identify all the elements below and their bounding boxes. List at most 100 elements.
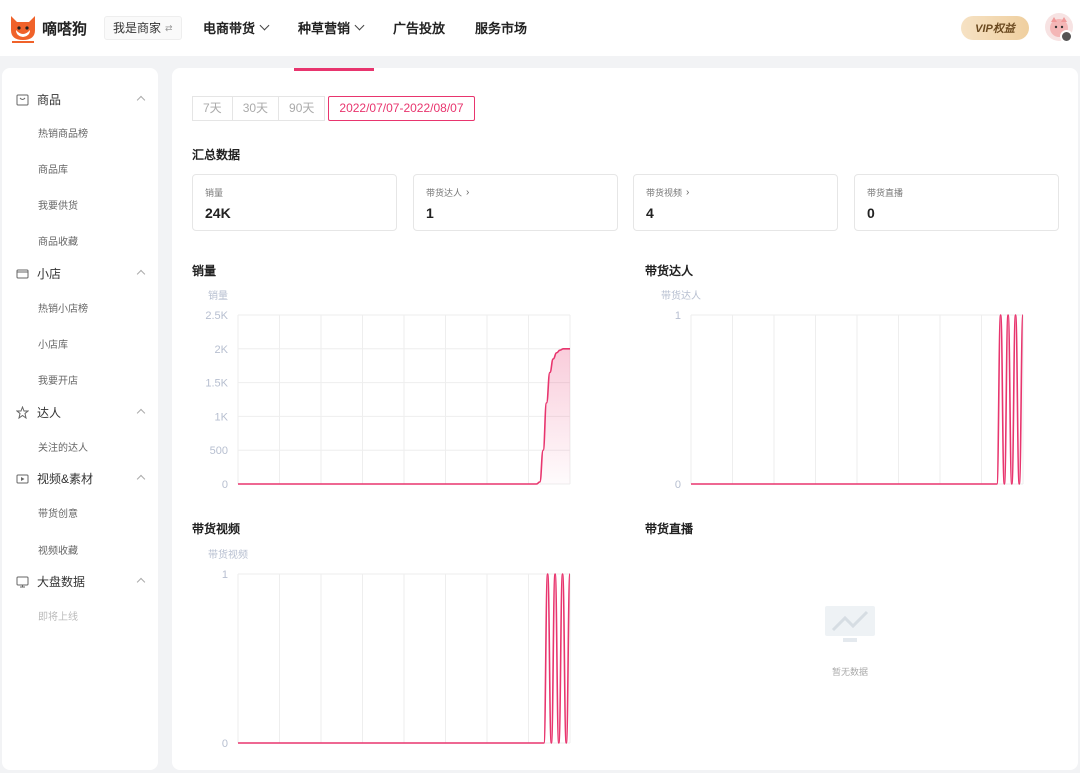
sidebar-item-followed-influencers[interactable]: 关注的达人 [38, 439, 88, 454]
sidebar-group-label: 商品 [37, 92, 62, 107]
star-icon [16, 405, 29, 419]
stat-label-text: 带货直播 [867, 188, 904, 198]
sidebar-item-hot-goods[interactable]: 热销商品榜 [38, 125, 88, 140]
y-tick-label: 0 [222, 479, 228, 491]
sidebar-item-goods-library[interactable]: 商品库 [38, 161, 68, 176]
logo[interactable]: 嘀嗒狗 [8, 12, 87, 44]
store-icon [16, 269, 29, 278]
sidebar-group-label: 达人 [37, 405, 62, 420]
vip-button[interactable]: VIP权益 [961, 16, 1029, 40]
chevron-down-icon [354, 20, 365, 31]
range-7d[interactable]: 7天 [192, 96, 233, 121]
sidebar: 商品 热销商品榜 商品库 我要供货 商品收藏 小店 热销小店榜 小店库 我要开店… [2, 68, 158, 770]
top-bar: 嘀嗒狗 我是商家 ⇄ 电商带货 种草营销 广告投放 服务市场 VIP权益 [0, 0, 1080, 56]
chart-title-influencers: 带货达人 [645, 264, 694, 278]
stat-card-sales: 销量 24K [192, 174, 397, 231]
avatar-badge [1060, 30, 1073, 43]
chevron-right-icon: › [466, 187, 470, 198]
role-select-value: 我是商家 [113, 21, 162, 35]
sidebar-group-market-data[interactable]: 大盘数据 [2, 570, 158, 592]
nav-ecommerce-label: 电商带货 [203, 21, 256, 36]
sidebar-group-label: 视频&素材 [37, 471, 94, 486]
sidebar-group-video[interactable]: 视频&素材 [2, 467, 158, 489]
stat-value: 1 [426, 205, 434, 221]
chart-title-sales: 销量 [192, 264, 217, 278]
sidebar-group-goods[interactable]: 商品 [2, 88, 158, 110]
sidebar-group-influencer[interactable]: 达人 [2, 401, 158, 423]
chevron-down-icon [259, 20, 270, 31]
y-tick-label: 1K [215, 411, 229, 423]
sidebar-group-label: 小店 [37, 266, 62, 281]
monitor-icon [16, 576, 29, 587]
stat-label: 销量 [205, 186, 223, 199]
role-select[interactable]: 我是商家 ⇄ [104, 16, 182, 40]
stat-label: 带货达人 › [426, 186, 469, 199]
sidebar-item-open-store[interactable]: 我要开店 [38, 372, 78, 387]
sidebar-item-creative[interactable]: 带货创意 [38, 505, 78, 520]
sidebar-group-store[interactable]: 小店 [2, 262, 158, 284]
y-axis-label: 销量 [208, 289, 228, 302]
nav-service-market-label: 服务市场 [475, 21, 528, 36]
sidebar-group-label: 大盘数据 [37, 574, 86, 589]
chevron-up-icon [136, 408, 146, 418]
y-tick-label: 1.5K [205, 378, 228, 390]
chevron-right-icon: › [686, 187, 690, 198]
y-axis-label: 带货达人 [661, 289, 701, 302]
y-tick-label: 0 [222, 738, 228, 750]
stat-card-live: 带货直播 0 [854, 174, 1059, 231]
range-30d[interactable]: 30天 [231, 96, 280, 121]
stat-card-influencers[interactable]: 带货达人 › 1 [413, 174, 618, 231]
swap-icon: ⇄ [165, 23, 173, 33]
y-tick-label: 2K [215, 344, 229, 356]
sidebar-item-coming-soon: 即将上线 [38, 612, 78, 623]
chart-title-videos: 带货视频 [192, 522, 241, 536]
main-nav: 电商带货 种草营销 广告投放 服务市场 [203, 18, 557, 37]
summary-title: 汇总数据 [192, 148, 241, 162]
y-tick-label: 1 [675, 310, 681, 322]
y-tick-label: 1 [222, 569, 228, 581]
stat-label: 带货视频 › [646, 186, 689, 199]
sidebar-item-goods-favorites[interactable]: 商品收藏 [38, 233, 78, 248]
y-tick-label: 500 [210, 445, 228, 457]
active-tab-indicator [294, 68, 374, 71]
stat-value: 24K [205, 205, 231, 221]
nav-ads[interactable]: 广告投放 [393, 18, 445, 37]
chart-influencers: 带货达人 1 0 [645, 283, 1025, 493]
chevron-up-icon [136, 577, 146, 587]
chevron-up-icon [136, 474, 146, 484]
stat-label-text: 带货视频 [646, 188, 683, 198]
range-90d[interactable]: 90天 [278, 96, 326, 121]
sidebar-item-hot-stores[interactable]: 热销小店榜 [38, 300, 88, 315]
stat-label: 带货直播 [867, 186, 903, 199]
chart-title-live: 带货直播 [645, 522, 694, 536]
nav-seeding[interactable]: 种草营销 [298, 18, 365, 37]
stat-card-videos[interactable]: 带货视频 › 4 [633, 174, 838, 231]
stat-value: 4 [646, 205, 654, 221]
range-custom[interactable]: 2022/07/07-2022/08/07 [328, 96, 475, 121]
stat-label-text: 销量 [205, 188, 224, 198]
stat-label-text: 带货达人 [426, 188, 463, 198]
sidebar-item-video-favorites[interactable]: 视频收藏 [38, 542, 78, 557]
y-tick-label: 2.5K [205, 310, 228, 322]
empty-state-icon [825, 606, 875, 642]
empty-state-text: 暂无数据 [832, 667, 869, 677]
y-axis-label: 带货视频 [208, 548, 248, 561]
nav-ecommerce[interactable]: 电商带货 [203, 18, 270, 37]
date-range-tabs: 7天 30天 90天 2022/07/07-2022/08/07 [192, 96, 475, 121]
stat-value: 0 [867, 205, 875, 221]
video-icon [16, 474, 29, 483]
nav-service-market[interactable]: 服务市场 [475, 18, 527, 37]
sidebar-item-store-library[interactable]: 小店库 [38, 336, 68, 351]
main-panel: 7天 30天 90天 2022/07/07-2022/08/07 汇总数据 销量… [172, 68, 1078, 770]
chevron-up-icon [136, 269, 146, 279]
y-tick-label: 0 [675, 479, 681, 491]
nav-ads-label: 广告投放 [393, 21, 446, 36]
logo-text: 嘀嗒狗 [42, 20, 88, 38]
chart-videos: 带货视频 1 0 [192, 542, 572, 752]
sidebar-item-supply[interactable]: 我要供货 [38, 197, 78, 212]
chart-sales: 销量 2.5K 2K 1.5K 1K 500 0 [192, 283, 572, 493]
chevron-up-icon [136, 95, 146, 105]
nav-seeding-label: 种草营销 [298, 21, 351, 36]
dog-logo-icon [8, 12, 38, 44]
bag-icon [16, 94, 29, 105]
